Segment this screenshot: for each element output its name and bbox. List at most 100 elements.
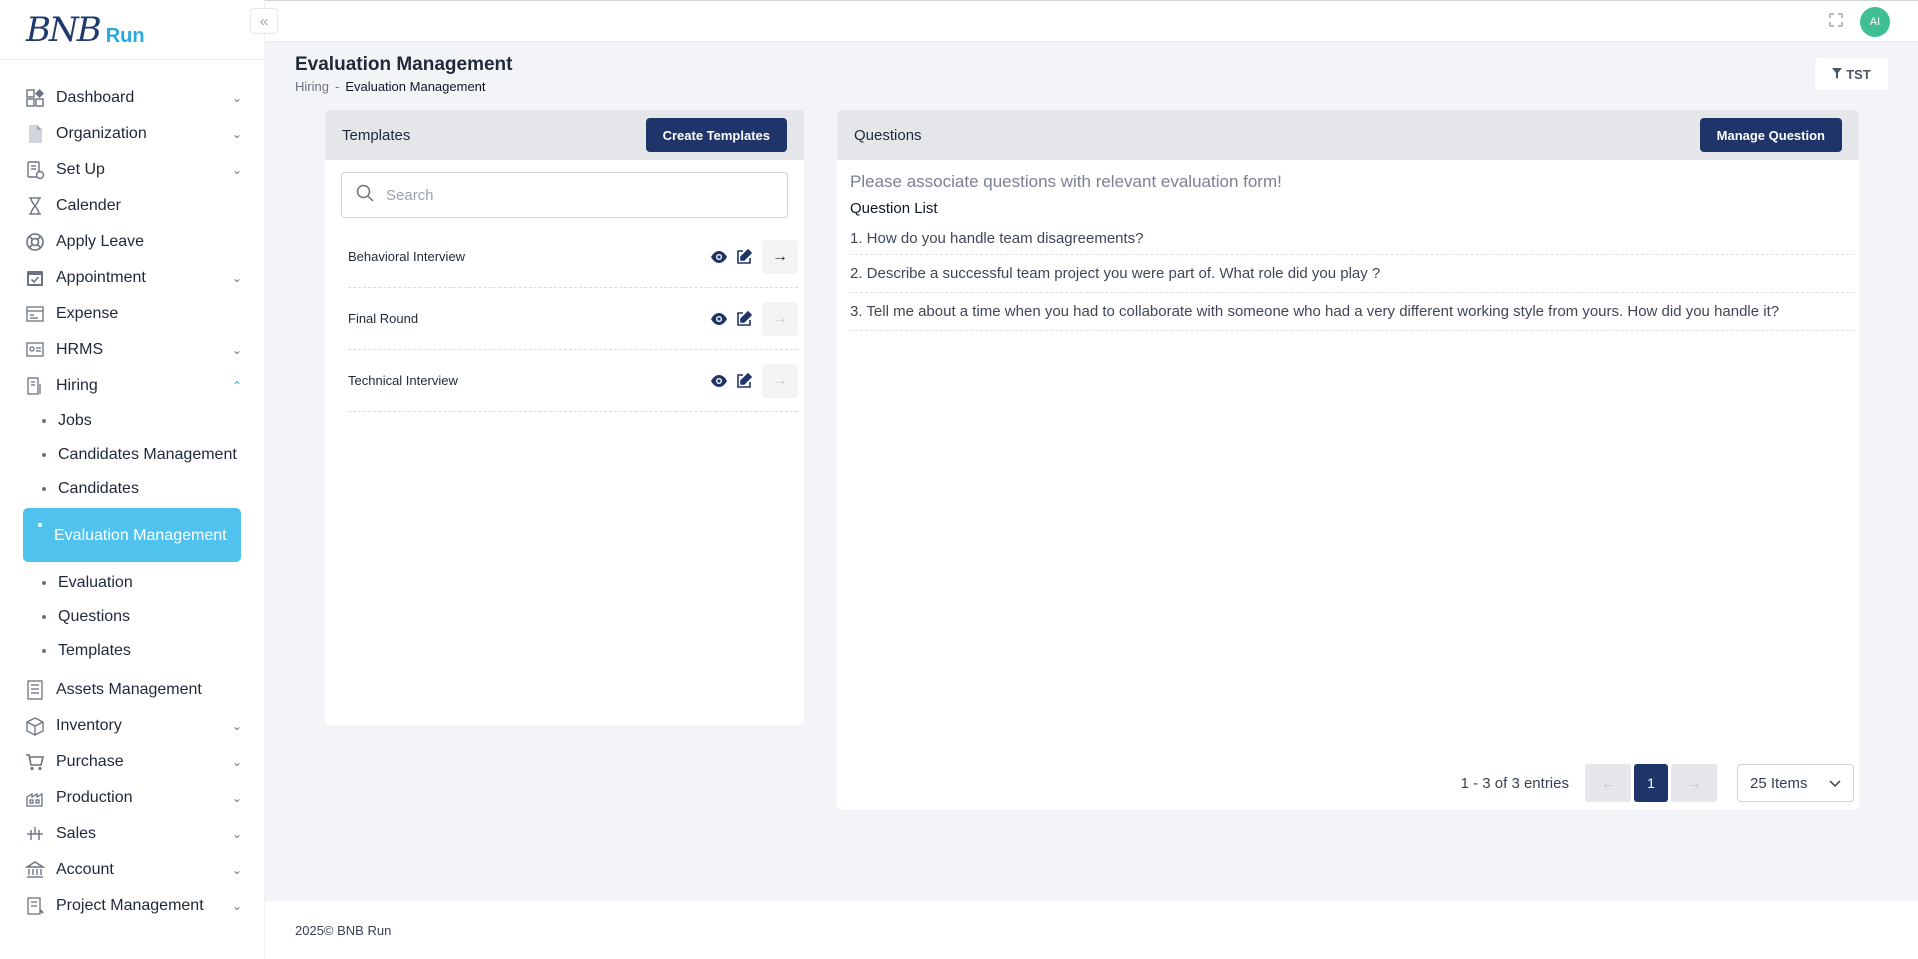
- footer: 2025© BNB Run: [265, 901, 1918, 959]
- sidebar-item-sales[interactable]: Sales ⌄: [0, 816, 264, 852]
- search-input[interactable]: [386, 186, 787, 204]
- inventory-icon: [24, 715, 46, 737]
- chevron-down-icon: ⌄: [231, 791, 242, 805]
- chevron-down-icon: ⌄: [231, 899, 242, 913]
- page-button-1[interactable]: 1: [1634, 764, 1668, 802]
- sidebar-item-label: Organization: [56, 125, 147, 142]
- arrow-right-icon[interactable]: →: [762, 301, 798, 336]
- bullet-icon: [42, 419, 46, 423]
- sidebar-item-purchase[interactable]: Purchase ⌄: [0, 744, 264, 780]
- sidebar-item-inventory[interactable]: Inventory ⌄: [0, 708, 264, 744]
- sidebar-item-appointment[interactable]: Appointment ⌄: [0, 260, 264, 296]
- arrow-right-icon[interactable]: →: [762, 363, 798, 398]
- bullet-icon: [42, 453, 46, 457]
- template-row[interactable]: Technical Interview →: [348, 350, 798, 412]
- sidebar-subitem-templates[interactable]: Templates: [0, 634, 264, 668]
- eye-icon[interactable]: [709, 371, 729, 391]
- questions-hint: Please associate questions with relevant…: [850, 172, 1282, 191]
- sidebar-item-label: HRMS: [56, 341, 104, 358]
- chevron-down-icon: ⌄: [231, 271, 242, 285]
- project-icon: [24, 895, 46, 917]
- template-row[interactable]: Behavioral Interview →: [348, 226, 798, 288]
- sidebar-item-label: Project Management: [56, 897, 204, 914]
- chevron-down-icon: ⌄: [231, 755, 242, 769]
- sidebar-item-setup[interactable]: Set Up ⌄: [0, 152, 264, 188]
- hourglass-icon: [24, 195, 46, 217]
- sidebar-subitem-candidates-management[interactable]: Candidates Management: [0, 438, 264, 472]
- filter-button[interactable]: TST: [1814, 57, 1889, 91]
- next-page-button[interactable]: →: [1671, 764, 1717, 802]
- brand-logo[interactable]: BNB Run: [0, 0, 264, 60]
- bullet-icon: [42, 649, 46, 653]
- sidebar-item-label: Appointment: [56, 269, 146, 286]
- breadcrumb-current: Evaluation Management: [345, 79, 486, 94]
- arrow-right-icon[interactable]: →: [762, 239, 798, 274]
- prev-page-button[interactable]: ←: [1585, 764, 1631, 802]
- assets-icon: [24, 679, 46, 701]
- sidebar-item-hiring[interactable]: Hiring ⌃: [0, 368, 264, 404]
- topbar: AI: [265, 0, 1918, 42]
- sidebar-subitem-jobs[interactable]: Jobs: [0, 404, 264, 438]
- sidebar-item-assets-management[interactable]: Assets Management: [0, 672, 264, 708]
- sidebar-item-project-management[interactable]: Project Management ⌄: [0, 888, 264, 924]
- template-row[interactable]: Final Round →: [348, 288, 798, 350]
- fullscreen-icon[interactable]: [1829, 13, 1843, 27]
- manage-question-button[interactable]: Manage Question: [1699, 118, 1842, 152]
- sidebar-item-label: Dashboard: [56, 89, 135, 106]
- sidebar-item-hrms[interactable]: HRMS ⌄: [0, 332, 264, 368]
- avatar[interactable]: AI: [1860, 7, 1890, 37]
- edit-icon[interactable]: [734, 309, 754, 329]
- sidebar-subitem-candidates[interactable]: Candidates: [0, 472, 264, 506]
- sidebar-item-label: Hiring: [56, 377, 98, 394]
- sidebar-collapse-button[interactable]: «: [250, 8, 278, 34]
- page-title: Evaluation Management: [295, 54, 513, 75]
- eye-icon[interactable]: [709, 309, 729, 329]
- sidebar-subitem-questions[interactable]: Questions: [0, 600, 264, 634]
- templates-header: Templates Create Templates: [325, 110, 804, 160]
- breadcrumb-parent[interactable]: Hiring: [295, 79, 329, 94]
- sidebar-item-account[interactable]: Account ⌄: [0, 852, 264, 888]
- per-page-select[interactable]: 25 Items: [1737, 764, 1854, 802]
- per-page-value: 25 Items: [1750, 774, 1808, 792]
- eye-icon[interactable]: [709, 247, 729, 267]
- sidebar: BNB Run Dashboard ⌄ Organization ⌄ Set U…: [0, 0, 265, 959]
- dashboard-icon: [24, 87, 46, 109]
- questions-panel: Questions Manage Question Please associa…: [837, 110, 1859, 810]
- question-item: 2. Describe a successful team project yo…: [850, 255, 1854, 293]
- sidebar-item-apply-leave[interactable]: Apply Leave: [0, 224, 264, 260]
- sidebar-item-expense[interactable]: Expense: [0, 296, 264, 332]
- sidebar-subitem-evaluation-management[interactable]: Evaluation Management: [23, 508, 241, 562]
- sidebar-item-dashboard[interactable]: Dashboard ⌄: [0, 80, 264, 116]
- subitem-label: Jobs: [58, 412, 92, 429]
- chevron-down-icon: ⌄: [231, 719, 242, 733]
- subitem-label: Candidates Management: [58, 446, 237, 463]
- bullet-icon: [42, 615, 46, 619]
- logo-mark: BNB: [26, 9, 102, 50]
- edit-icon[interactable]: [734, 371, 754, 391]
- edit-icon[interactable]: [734, 247, 754, 267]
- sidebar-item-calender[interactable]: Calender: [0, 188, 264, 224]
- bullet-icon: [42, 581, 46, 585]
- filter-label: TST: [1846, 66, 1871, 82]
- bank-icon: [24, 859, 46, 881]
- hiring-submenu: Jobs Candidates Management Candidates Ev…: [0, 404, 264, 668]
- sidebar-item-label: Inventory: [56, 717, 122, 734]
- sidebar-item-production[interactable]: Production ⌄: [0, 780, 264, 816]
- templates-title: Templates: [342, 126, 411, 144]
- chevron-down-icon: [1829, 775, 1841, 792]
- create-templates-button[interactable]: Create Templates: [645, 118, 787, 152]
- sidebar-item-organization[interactable]: Organization ⌄: [0, 116, 264, 152]
- filter-icon: [1832, 67, 1843, 82]
- footer-copyright: 2025© BNB Run: [295, 922, 392, 938]
- chevron-down-icon: ⌄: [231, 91, 242, 105]
- template-name: Final Round: [348, 311, 419, 326]
- sidebar-subitem-evaluation[interactable]: Evaluation: [0, 566, 264, 600]
- pagination: 1 - 3 of 3 entries ← 1 → 25 Items: [1461, 764, 1854, 802]
- sidebar-item-label: Set Up: [56, 161, 105, 178]
- hrms-icon: [24, 339, 46, 361]
- search-box[interactable]: [341, 172, 788, 218]
- document-icon: [24, 123, 46, 145]
- sidebar-item-label: Apply Leave: [56, 233, 145, 250]
- sidebar-item-label: Expense: [56, 305, 119, 322]
- subitem-label: Evaluation: [58, 574, 133, 591]
